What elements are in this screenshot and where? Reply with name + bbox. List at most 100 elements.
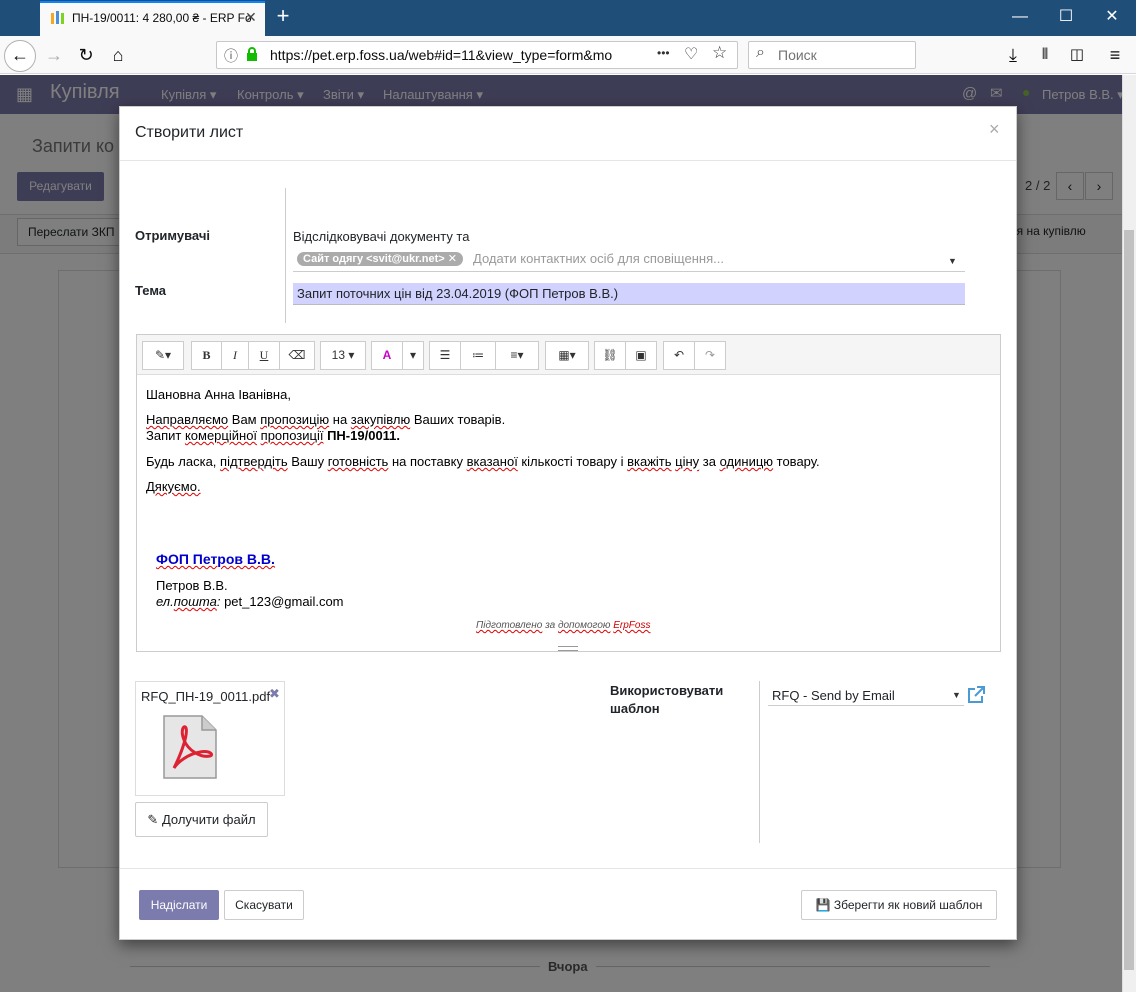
recipient-tag[interactable]: Сайт одягу <svit@ukr.net> ✕: [297, 252, 463, 266]
sidebar-icon[interactable]: ◫: [1063, 41, 1091, 69]
signature-email-label-b: пошта: [173, 594, 217, 609]
recipients-underline: [293, 271, 965, 272]
window-close-button[interactable]: ✕: [1092, 6, 1132, 30]
dialog-title: Створити лист: [135, 124, 244, 141]
body-line3-l: одиницю: [719, 454, 774, 469]
eraser-icon[interactable]: ⌫: [279, 341, 315, 370]
style-magic-wand-icon[interactable]: ✎▾: [142, 341, 184, 370]
home-icon[interactable]: ⌂: [104, 41, 132, 69]
tab-close-icon[interactable]: ✕: [245, 9, 257, 26]
body-line3-f: вказаної: [466, 454, 518, 469]
lock-icon: [247, 47, 257, 61]
powered-b: за: [542, 620, 558, 631]
page-actions-icon[interactable]: •••: [657, 46, 670, 60]
pdf-file-icon: [163, 715, 217, 779]
attachment-remove-icon[interactable]: ✖: [269, 686, 280, 702]
save-as-template-label: Зберегти як новий шаблон: [833, 898, 983, 912]
browser-search-input[interactable]: [748, 41, 916, 69]
body-line1-a: Направляємо: [146, 412, 229, 427]
signature-email-label-a: ел.: [156, 594, 174, 609]
redo-icon[interactable]: ↷: [694, 341, 726, 370]
browser-tab-title: ПН-19/0011: 4 280,00 ₴ - ERP Fo: [72, 11, 252, 25]
pocket-icon[interactable]: ♡: [684, 44, 698, 64]
new-tab-button[interactable]: +: [272, 5, 294, 27]
body-greeting: Шановна Анна Іванівна,: [146, 387, 291, 402]
external-link-icon[interactable]: [966, 685, 986, 705]
undo-icon[interactable]: ↶: [663, 341, 695, 370]
body-line3-g: кількості товару і: [517, 454, 628, 469]
reload-icon[interactable]: ↻: [72, 41, 100, 69]
body-line2-d: пропозиції: [260, 428, 324, 443]
body-line-2: Запит комерційної пропозиції ПН-19/0011.: [146, 428, 400, 443]
body-line3-a: Будь ласка,: [146, 454, 221, 469]
italic-button[interactable]: I: [221, 341, 249, 370]
attach-file-button[interactable]: ✎ Долучити файл: [135, 802, 268, 837]
attach-file-label: Долучити файл: [161, 812, 256, 827]
powered-link[interactable]: ErpFoss: [613, 620, 650, 631]
subject-label: Тема: [135, 283, 167, 298]
signature-company-text: ФОП Петров В.В.: [156, 551, 275, 567]
body-line2-a: Запит: [146, 428, 185, 443]
body-line2-f: ПН-19/0011.: [327, 428, 401, 443]
window-minimize-button[interactable]: —: [1000, 6, 1040, 30]
recipients-label: Отримувачі: [135, 228, 210, 243]
body-line3-h: вкажіть: [627, 454, 672, 469]
search-icon: ⌕: [756, 44, 765, 61]
numbered-list-icon[interactable]: ≔: [460, 341, 496, 370]
font-size-dropdown[interactable]: 13 ▾: [320, 341, 366, 370]
library-icon[interactable]: ⫴: [1031, 41, 1059, 69]
link-icon[interactable]: ⛓: [594, 341, 626, 370]
body-line1-e: закупівлю: [350, 412, 411, 427]
dialog-header-separator: [120, 160, 1016, 161]
recipients-input[interactable]: Додати контактних осіб для сповіщення...: [473, 251, 943, 266]
editor-resize-handle[interactable]: [558, 646, 578, 651]
save-as-template-button[interactable]: 💾 Зберегти як новий шаблон: [801, 890, 997, 920]
downloads-icon[interactable]: ⤓: [999, 41, 1027, 69]
font-size-value: 13: [331, 348, 345, 362]
odoo-favicon-icon: [51, 11, 64, 24]
table-icon[interactable]: ▦▾: [545, 341, 589, 370]
body-line2-b: комерційної: [184, 428, 258, 443]
body-line-3: Будь ласка, підтвердіть Вашу готовність …: [146, 454, 820, 469]
font-color-dropdown-icon[interactable]: ▾: [402, 341, 424, 370]
recipients-dropdown-icon[interactable]: ▼: [948, 256, 957, 266]
url-text: https://pet.erp.foss.ua/web#id=11&view_t…: [270, 47, 613, 63]
cancel-button[interactable]: Скасувати: [224, 890, 304, 920]
image-icon[interactable]: ▣: [625, 341, 657, 370]
info-icon[interactable]: ⓘ: [224, 46, 238, 66]
body-line-1: Направляємо Вам пропозицію на закупівлю …: [146, 412, 505, 427]
bullet-list-icon[interactable]: ☰: [429, 341, 461, 370]
body-thanks: Дякуємо.: [146, 479, 201, 494]
signature-email-line: ел.пошта: pet_123@gmail.com: [156, 594, 344, 609]
menu-hamburger-icon[interactable]: ≡: [1101, 41, 1129, 69]
search-placeholder: Поиск: [778, 47, 817, 63]
forward-arrow-icon[interactable]: →: [40, 41, 68, 69]
window-maximize-button[interactable]: ☐: [1046, 6, 1086, 30]
body-line1-b: Вам: [228, 412, 261, 427]
template-dropdown-icon[interactable]: ▼: [952, 690, 961, 700]
recipients-note: Відслідковувачі документу та: [293, 229, 470, 244]
body-line3-j: ціну: [675, 454, 700, 469]
powered-c: допомогою: [557, 620, 611, 631]
body-line3-c: Вашу: [287, 454, 328, 469]
underline-button[interactable]: U: [248, 341, 280, 370]
bold-button[interactable]: B: [191, 341, 222, 370]
subject-input[interactable]: Запит поточних цін від 23.04.2019 (ФОП П…: [293, 283, 965, 305]
font-color-icon[interactable]: A: [371, 341, 403, 370]
tab-accent: [40, 1, 265, 3]
body-line3-b: підтвердіть: [220, 454, 288, 469]
body-line1-c: пропозицію: [260, 412, 330, 427]
dialog-footer-separator: [120, 868, 1016, 869]
paragraph-align-icon[interactable]: ≡▾: [495, 341, 539, 370]
template-separator: [759, 681, 760, 843]
template-underline: [768, 705, 964, 706]
dialog-close-button[interactable]: ×: [989, 119, 1000, 140]
floppy-disk-icon: 💾: [815, 898, 831, 912]
template-select[interactable]: RFQ - Send by Email: [772, 688, 895, 703]
body-line3-d: готовність: [327, 454, 389, 469]
signature-person: Петров В.В.: [156, 578, 228, 593]
bookmark-star-icon[interactable]: ☆: [712, 43, 727, 63]
send-button[interactable]: Надіслати: [139, 890, 219, 920]
scrollbar-thumb[interactable]: [1124, 230, 1134, 970]
body-line3-m: товару.: [773, 454, 820, 469]
